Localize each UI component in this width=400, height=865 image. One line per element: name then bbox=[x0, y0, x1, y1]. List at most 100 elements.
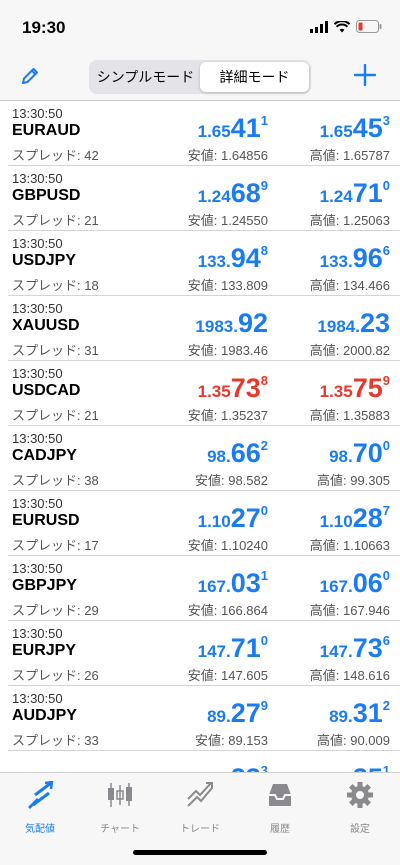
price-prefix: 1.65 bbox=[319, 122, 353, 141]
price-pips: 25 bbox=[353, 765, 383, 773]
price-pips: 03 bbox=[230, 568, 261, 598]
spread-value: スプレッド: 29 bbox=[12, 603, 99, 618]
quote-row[interactable]: 13:30:50 GBPUSD スプレッド: 21 1.24 68 9 1.24 71 0 安値:… bbox=[8, 166, 400, 231]
ask-price: 1.10 28 7 bbox=[319, 503, 390, 533]
price-fraction: 8 bbox=[260, 243, 268, 258]
low-value: 安値: 1983.46 bbox=[187, 343, 268, 358]
quote-row[interactable]: 233 251 bbox=[8, 751, 400, 772]
low-value: 安値: 1.35237 bbox=[187, 408, 268, 423]
price-fraction: 6 bbox=[382, 243, 390, 258]
nav-bar: シンプルモード 詳細モード bbox=[0, 56, 400, 100]
high-value: 高値: 2000.82 bbox=[309, 343, 390, 358]
price-fraction: 7 bbox=[382, 503, 390, 518]
quote-time: 13:30:50 bbox=[12, 431, 63, 446]
tab-trade[interactable]: トレード bbox=[160, 781, 240, 835]
symbol-name: EURAUD bbox=[12, 122, 81, 139]
symbol-name: USDCAD bbox=[12, 382, 81, 399]
quote-row[interactable]: 13:30:50 CADJPY スプレッド: 38 98. 66 2 98. 70 0 安値: 9… bbox=[8, 426, 400, 491]
price-pips: 27 bbox=[230, 503, 261, 533]
quote-row[interactable]: 13:30:50 AUDJPY スプレッド: 33 89. 27 9 89. 31 2 安値: 8… bbox=[8, 686, 400, 751]
pencil-icon bbox=[19, 65, 41, 92]
price-fraction: 1 bbox=[260, 113, 268, 128]
quote-time: 13:30:50 bbox=[12, 626, 63, 641]
price-prefix: 1984. bbox=[317, 317, 360, 336]
price-pips: 71 bbox=[230, 633, 261, 663]
quotes-list: 13:30:50 EURAUD スプレッド: 42 1.65 41 1 1.65 45 3 安値:… bbox=[0, 100, 400, 772]
price-pips: 31 bbox=[352, 698, 383, 728]
price-pips: 73 bbox=[352, 633, 383, 663]
price-prefix: 133. bbox=[197, 252, 231, 271]
high-value: 高値: 148.616 bbox=[309, 668, 390, 683]
price-pips: 28 bbox=[352, 503, 383, 533]
quote-time: 13:30:50 bbox=[12, 496, 63, 511]
price-prefix: 1.35 bbox=[197, 382, 231, 401]
tab-settings[interactable]: 設定 bbox=[320, 781, 400, 835]
price-prefix: 89. bbox=[207, 707, 231, 726]
tab-history[interactable]: 履歴 bbox=[240, 781, 320, 835]
cellular-signal-icon bbox=[310, 20, 328, 38]
home-indicator bbox=[133, 850, 267, 855]
spread-value: スプレッド: 33 bbox=[12, 733, 99, 748]
quote-time: 13:30:50 bbox=[12, 171, 63, 186]
symbol-name: XAUUSD bbox=[12, 317, 80, 334]
ask-price: 1.35 75 9 bbox=[319, 374, 390, 402]
high-value: 高値: 90.009 bbox=[317, 733, 390, 748]
quote-row[interactable]: 13:30:50 XAUUSD スプレッド: 31 1983. 92 1984. 23 安値:… bbox=[8, 296, 400, 361]
candlestick-chart-icon bbox=[105, 781, 135, 814]
quote-row[interactable]: 13:30:50 USDJPY スプレッド: 18 133. 94 8 133. 96 6 安値:… bbox=[8, 231, 400, 296]
high-value: 高値: 134.466 bbox=[309, 278, 390, 293]
price-prefix: 1.35 bbox=[319, 382, 353, 401]
status-bar: 19:30 bbox=[0, 0, 400, 56]
price-fraction: 0 bbox=[260, 633, 268, 648]
bid-price: 167. 03 1 bbox=[198, 568, 268, 598]
price-pips: 41 bbox=[230, 113, 261, 143]
trade-chart-icon bbox=[185, 781, 215, 814]
price-fraction: 1 bbox=[260, 568, 268, 583]
low-value: 安値: 1.24550 bbox=[187, 213, 268, 228]
price-pips: 27 bbox=[230, 698, 261, 728]
price-fraction: 0 bbox=[260, 503, 268, 518]
spread-value: スプレッド: 31 bbox=[12, 343, 99, 358]
price-fraction: 1 bbox=[382, 763, 390, 772]
quote-row[interactable]: 13:30:50 GBPJPY スプレッド: 29 167. 03 1 167. 06 0 安値:… bbox=[8, 556, 400, 621]
price-pips: 71 bbox=[352, 178, 383, 208]
price-pips: 96 bbox=[352, 243, 383, 273]
ask-price: 147. 73 6 bbox=[320, 633, 390, 663]
quote-row[interactable]: 13:30:50 EURUSD スプレッド: 17 1.10 27 0 1.10 28 7 安値:… bbox=[8, 491, 400, 556]
bid-price: 133. 94 8 bbox=[197, 243, 268, 272]
price-pips: 23 bbox=[359, 308, 390, 338]
mode-segmented-control: シンプルモード 詳細モード bbox=[89, 60, 311, 94]
quote-time: 13:30:50 bbox=[12, 691, 63, 706]
add-symbol-button[interactable] bbox=[350, 62, 380, 92]
edit-button[interactable] bbox=[16, 64, 44, 92]
tab-quotes[interactable]: 気配値 bbox=[0, 780, 80, 835]
ask-price: 89. 31 2 bbox=[329, 698, 390, 728]
price-prefix: 98. bbox=[329, 447, 353, 466]
ask-price: 251 bbox=[353, 763, 390, 773]
price-pips: 06 bbox=[352, 568, 383, 598]
spread-value: スプレッド: 21 bbox=[12, 213, 99, 228]
plus-icon bbox=[353, 63, 377, 91]
tab-label: 設定 bbox=[350, 824, 370, 835]
price-pips: 45 bbox=[352, 113, 383, 143]
tab-label: 気配値 bbox=[25, 824, 55, 835]
price-fraction: 0 bbox=[382, 178, 390, 193]
price-prefix: 167. bbox=[319, 577, 353, 596]
high-value: 高値: 1.65787 bbox=[309, 148, 390, 163]
segment-detailed-mode[interactable]: 詳細モード bbox=[200, 62, 309, 92]
tab-chart[interactable]: チャート bbox=[80, 781, 160, 835]
quotes-icon bbox=[25, 780, 55, 814]
quote-row[interactable]: 13:30:50 EURAUD スプレッド: 42 1.65 41 1 1.65 45 3 安値:… bbox=[8, 101, 400, 166]
battery-icon bbox=[356, 20, 382, 38]
price-fraction: 9 bbox=[260, 178, 268, 193]
spread-value: スプレッド: 18 bbox=[12, 278, 99, 293]
symbol-name: EURJPY bbox=[12, 642, 77, 659]
price-fraction: 0 bbox=[382, 438, 390, 453]
bid-price: 1.10 27 0 bbox=[198, 503, 268, 533]
quote-row[interactable]: 13:30:50 USDCAD スプレッド: 21 1.35 73 8 1.35 75 9 安値:… bbox=[8, 361, 400, 426]
price-pips: 92 bbox=[237, 308, 268, 338]
segment-simple-mode[interactable]: シンプルモード bbox=[91, 62, 200, 92]
price-prefix: 1.65 bbox=[197, 122, 231, 141]
quote-row[interactable]: 13:30:50 EURJPY スプレッド: 26 147. 71 0 147. 73 6 安値:… bbox=[8, 621, 400, 686]
price-prefix: 1.10 bbox=[319, 512, 353, 531]
